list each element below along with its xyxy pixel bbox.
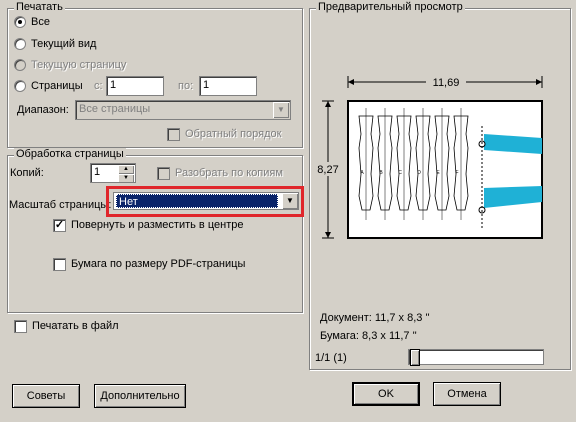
preview-drawing: 11,69 8,27 ABCDEF (316, 75, 543, 239)
page-counter: 1/1 (1) (315, 352, 347, 364)
highlight-box (106, 186, 304, 217)
auto-rotate-label[interactable]: Повернуть и разместить в центре (71, 219, 243, 231)
spin-down-icon[interactable]: ▼ (118, 174, 134, 182)
radio-all-label[interactable]: Все (31, 16, 50, 28)
print-range-title: Печатать (14, 1, 65, 13)
radio-current-page[interactable] (14, 59, 26, 71)
radio-all[interactable] (14, 16, 26, 28)
cancel-button[interactable]: Отмена (433, 382, 501, 406)
collate-checkbox[interactable] (157, 167, 170, 180)
radio-current-view-label[interactable]: Текущий вид (31, 38, 96, 50)
arrow-right-icon (536, 79, 542, 85)
chevron-down-icon[interactable]: ▼ (273, 102, 289, 118)
arrow-left-icon (348, 79, 354, 85)
pattern-letter: C (398, 170, 402, 176)
spin-up-icon[interactable]: ▲ (118, 165, 134, 174)
arrow-up-icon (325, 101, 331, 107)
page-slider-track[interactable] (408, 349, 544, 366)
width-dimension-label: 11,69 (433, 77, 460, 89)
height-dimension-label: 8,27 (317, 164, 338, 176)
paper-info: Бумага: 8,3 x 11,7 '' (320, 330, 417, 342)
range-label: Диапазон: (17, 104, 69, 116)
advanced-button[interactable]: Дополнительно (94, 384, 186, 408)
page-slider-thumb[interactable] (410, 349, 420, 366)
document-info: Документ: 11,7 x 8,3 '' (320, 312, 430, 324)
to-label: по: (178, 80, 194, 92)
copies-value: 1 (94, 166, 101, 178)
range-select-value: Все страницы (79, 103, 151, 115)
from-label: с: (94, 80, 103, 92)
reverse-order-label[interactable]: Обратный порядок (185, 128, 281, 140)
collate-label[interactable]: Разобрать по копиям (175, 167, 283, 179)
to-input[interactable]: 1 (199, 76, 257, 96)
tips-button[interactable]: Советы (12, 384, 80, 408)
copies-label: Копий: (10, 167, 44, 179)
range-select[interactable]: Все страницы ▼ (75, 100, 291, 120)
radio-current-view[interactable] (14, 38, 26, 50)
auto-rotate-checkbox[interactable]: ✓ (53, 219, 66, 232)
arrow-down-icon (325, 232, 331, 238)
pattern-letter: F (455, 170, 458, 176)
radio-current-page-label[interactable]: Текущую страницу (31, 59, 126, 71)
from-input[interactable]: 1 (106, 76, 164, 96)
pdf-page-size-label[interactable]: Бумага по размеру PDF-страницы (71, 258, 245, 270)
ok-button[interactable]: OK (352, 382, 420, 406)
reverse-order-checkbox[interactable] (167, 128, 180, 141)
radio-pages[interactable] (14, 80, 26, 92)
copies-input[interactable]: 1 ▲ ▼ (90, 163, 136, 183)
pdf-page-size-checkbox[interactable] (53, 258, 66, 271)
pattern-letter: D (417, 170, 421, 176)
page-handling-title: Обработка страницы (14, 148, 126, 160)
print-to-file-label[interactable]: Печатать в файл (32, 320, 119, 332)
preview-title: Предварительный просмотр (316, 1, 465, 13)
scaling-label: Масштаб страницы: (9, 199, 112, 211)
print-to-file-checkbox[interactable] (14, 320, 27, 333)
radio-pages-label[interactable]: Страницы (31, 80, 83, 92)
